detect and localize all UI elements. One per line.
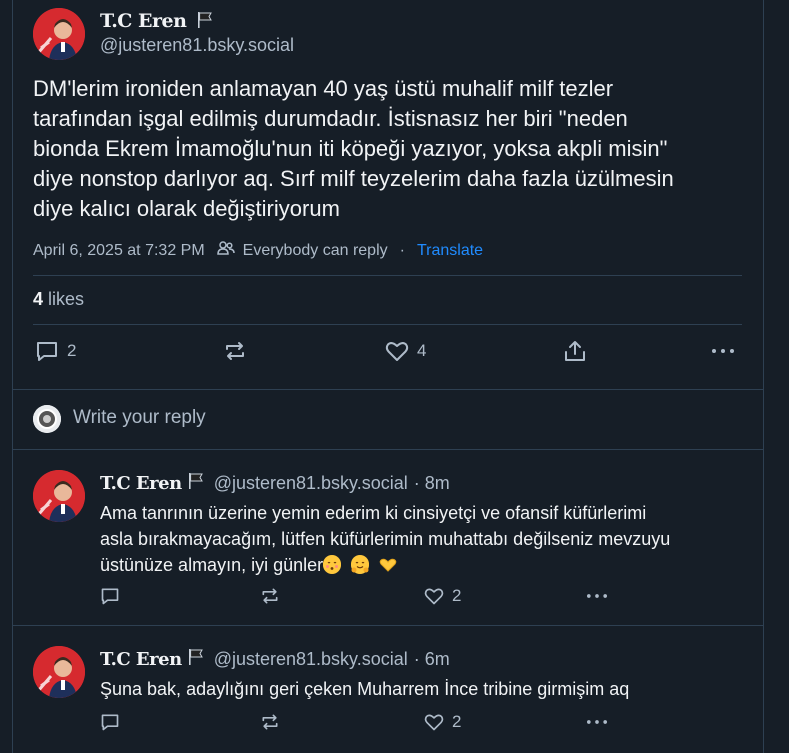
reply-text: Ama tanrının üzerine yemin ederim ki cin…: [100, 500, 750, 578]
user-avatar: [33, 405, 61, 433]
repost-icon: [223, 340, 247, 362]
heart-icon: [424, 586, 444, 606]
post-timestamp[interactable]: April 6, 2025 at 7:32 PM: [33, 242, 205, 260]
author-name[interactable]: T.C Eren: [100, 649, 182, 670]
post-text-line: bionda Ekrem İmamoğlu'nun iti köpeği yaz…: [33, 136, 668, 161]
reply-icon: [100, 712, 120, 732]
reply-actions: 2: [100, 586, 620, 610]
reply-composer[interactable]: Write your reply: [13, 389, 763, 450]
divider: [33, 324, 742, 325]
more-icon: [586, 712, 608, 732]
reply-post[interactable]: T.C Eren @justeren81.bsky.social · 6m Şu…: [13, 626, 763, 753]
reply-placeholder[interactable]: Write your reply: [73, 407, 206, 429]
reply-text: Şuna bak, adaylığını geri çeken Muharrem…: [100, 676, 750, 702]
author-handle[interactable]: @justeren81.bsky.social: [214, 473, 408, 494]
like-button[interactable]: 4: [385, 340, 426, 362]
like-count: 2: [452, 712, 462, 731]
reply-text-line: Ama tanrının üzerine yemin ederim ki cin…: [100, 503, 647, 523]
author-avatar[interactable]: [33, 646, 85, 698]
reply-icon: [100, 586, 120, 606]
reply-actions: 2: [100, 712, 620, 736]
like-button[interactable]: 2: [424, 586, 461, 606]
divider: [33, 275, 742, 276]
like-button[interactable]: 2: [424, 712, 461, 732]
author-handle[interactable]: @justeren81.bsky.social: [214, 649, 408, 670]
reply-button[interactable]: 2: [35, 340, 76, 362]
meta-separator: ·: [399, 241, 405, 259]
kissing-face-icon: [323, 555, 342, 574]
more-icon: [711, 340, 735, 362]
main-post: T.C Eren @justeren81.bsky.social DM'leri…: [13, 0, 763, 390]
reply-header: T.C Eren @justeren81.bsky.social · 6m: [100, 648, 450, 671]
more-button[interactable]: [586, 712, 608, 732]
reply-text-line-with-emoji: üstünüze almayın, iyi günler: [100, 552, 750, 578]
post-text-line: tarafından işgal edilmiş durumdadır. İst…: [33, 106, 628, 131]
post-text-line: diye kalıcı olarak değiştiriyorum: [33, 196, 340, 221]
post-actions: 2 4: [33, 340, 743, 370]
flag-icon: [188, 472, 204, 495]
hugging-face-icon: [351, 555, 370, 574]
reply-text-line: üstünüze almayın, iyi günler: [100, 555, 324, 575]
reply-text-line: asla bırakmayacağım, lütfen küfürlerimin…: [100, 529, 671, 549]
reply-button[interactable]: [100, 712, 120, 732]
reply-header: T.C Eren @justeren81.bsky.social · 8m: [100, 472, 450, 495]
reply-time[interactable]: · 6m: [414, 649, 450, 670]
author-name[interactable]: T.C Eren: [100, 473, 182, 494]
likes-label: likes: [48, 289, 85, 309]
author-name[interactable]: T.C Eren: [100, 10, 187, 32]
repost-button[interactable]: [260, 712, 280, 732]
reply-text-line: Şuna bak, adaylığını geri çeken Muharrem…: [100, 679, 630, 699]
heart-hands-icon: [379, 555, 397, 573]
more-button[interactable]: [586, 586, 608, 606]
likes-summary[interactable]: 4 likes: [33, 289, 84, 310]
flag-icon: [188, 648, 204, 671]
author-handle[interactable]: @justeren81.bsky.social: [100, 35, 294, 56]
reply-button[interactable]: [100, 586, 120, 606]
like-count: 4: [417, 341, 427, 360]
post-thread: T.C Eren @justeren81.bsky.social DM'leri…: [12, 0, 764, 753]
repost-button[interactable]: [223, 340, 247, 362]
author-avatar[interactable]: [33, 8, 85, 60]
heart-icon: [385, 340, 409, 362]
author-avatar[interactable]: [33, 470, 85, 522]
reply-post[interactable]: T.C Eren @justeren81.bsky.social · 8m Am…: [13, 450, 763, 626]
repost-icon: [260, 712, 280, 732]
repost-icon: [260, 586, 280, 606]
likes-count: 4: [33, 289, 44, 309]
reply-count: 2: [67, 341, 77, 360]
reply-icon: [35, 340, 59, 362]
share-button[interactable]: [563, 340, 587, 362]
flag-icon: [197, 11, 213, 34]
more-icon: [586, 586, 608, 606]
like-count: 2: [452, 586, 462, 605]
people-icon: [216, 240, 235, 261]
translate-link[interactable]: Translate: [417, 242, 483, 260]
more-button[interactable]: [711, 340, 735, 362]
post-text: DM'lerim ironiden anlamayan 40 yaş üstü …: [33, 74, 753, 224]
post-text-line: DM'lerim ironiden anlamayan 40 yaş üstü …: [33, 76, 614, 101]
reply-time[interactable]: · 8m: [414, 473, 450, 494]
reply-setting[interactable]: Everybody can reply: [243, 242, 388, 260]
heart-icon: [424, 712, 444, 732]
post-meta: April 6, 2025 at 7:32 PM Everybody can r…: [33, 240, 483, 261]
share-icon: [563, 340, 587, 362]
repost-button[interactable]: [260, 586, 280, 606]
post-text-line: diye nonstop darlıyor aq. Sırf milf teyz…: [33, 166, 674, 191]
